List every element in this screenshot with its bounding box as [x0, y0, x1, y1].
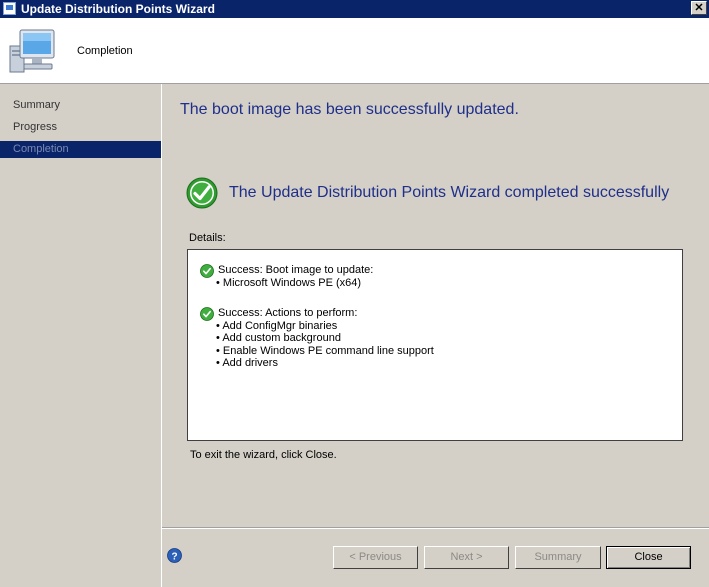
title-bar: Update Distribution Points Wizard ✕: [0, 0, 709, 18]
wizard-app-icon: [3, 2, 16, 15]
page-headline: The boot image has been successfully upd…: [180, 101, 519, 118]
detail-bullet: Enable Windows PE command line support: [216, 345, 434, 358]
computer-monitor-icon: [9, 29, 55, 73]
details-label: Details:: [189, 232, 226, 244]
success-check-icon: [186, 177, 218, 209]
header-page-name: Completion: [77, 45, 133, 57]
detail-bullet: Add drivers: [216, 357, 434, 370]
wizard-sidebar: Summary Progress Completion: [0, 84, 162, 587]
window-title: Update Distribution Points Wizard: [21, 2, 215, 16]
detail-entry-header: Success: Boot image to update:: [218, 264, 374, 276]
summary-button[interactable]: Summary: [515, 546, 601, 569]
sidebar-item-summary[interactable]: Summary: [0, 97, 161, 114]
wizard-content: The boot image has been successfully upd…: [162, 84, 709, 587]
detail-bullet: Microsoft Windows PE (x64): [216, 277, 373, 290]
exit-instructions: To exit the wizard, click Close.: [190, 449, 337, 461]
completion-status: The Update Distribution Points Wizard co…: [229, 184, 670, 201]
close-icon: ✕: [694, 2, 704, 14]
next-button[interactable]: Next >: [424, 546, 509, 569]
success-check-icon: [200, 307, 214, 321]
sidebar-item-progress[interactable]: Progress: [0, 119, 161, 136]
previous-button[interactable]: < Previous: [333, 546, 418, 569]
success-check-icon: [200, 264, 214, 278]
sidebar-item-completion[interactable]: Completion: [0, 141, 161, 158]
footer-divider: [162, 527, 709, 529]
close-window-button[interactable]: ✕: [691, 1, 707, 15]
wizard-header: Completion: [0, 18, 709, 84]
detail-bullet: Add custom background: [216, 332, 434, 345]
details-panel[interactable]: Success: Boot image to update: Microsoft…: [187, 249, 683, 441]
detail-entry-actions: Success: Actions to perform: Add ConfigM…: [200, 307, 434, 370]
close-button[interactable]: Close: [606, 546, 691, 569]
detail-bullet: Add ConfigMgr binaries: [216, 320, 434, 333]
svg-text:?: ?: [171, 551, 177, 562]
help-icon[interactable]: ?: [167, 548, 182, 563]
detail-entry-boot-image: Success: Boot image to update: Microsoft…: [200, 264, 373, 289]
detail-entry-header: Success: Actions to perform:: [218, 307, 358, 319]
